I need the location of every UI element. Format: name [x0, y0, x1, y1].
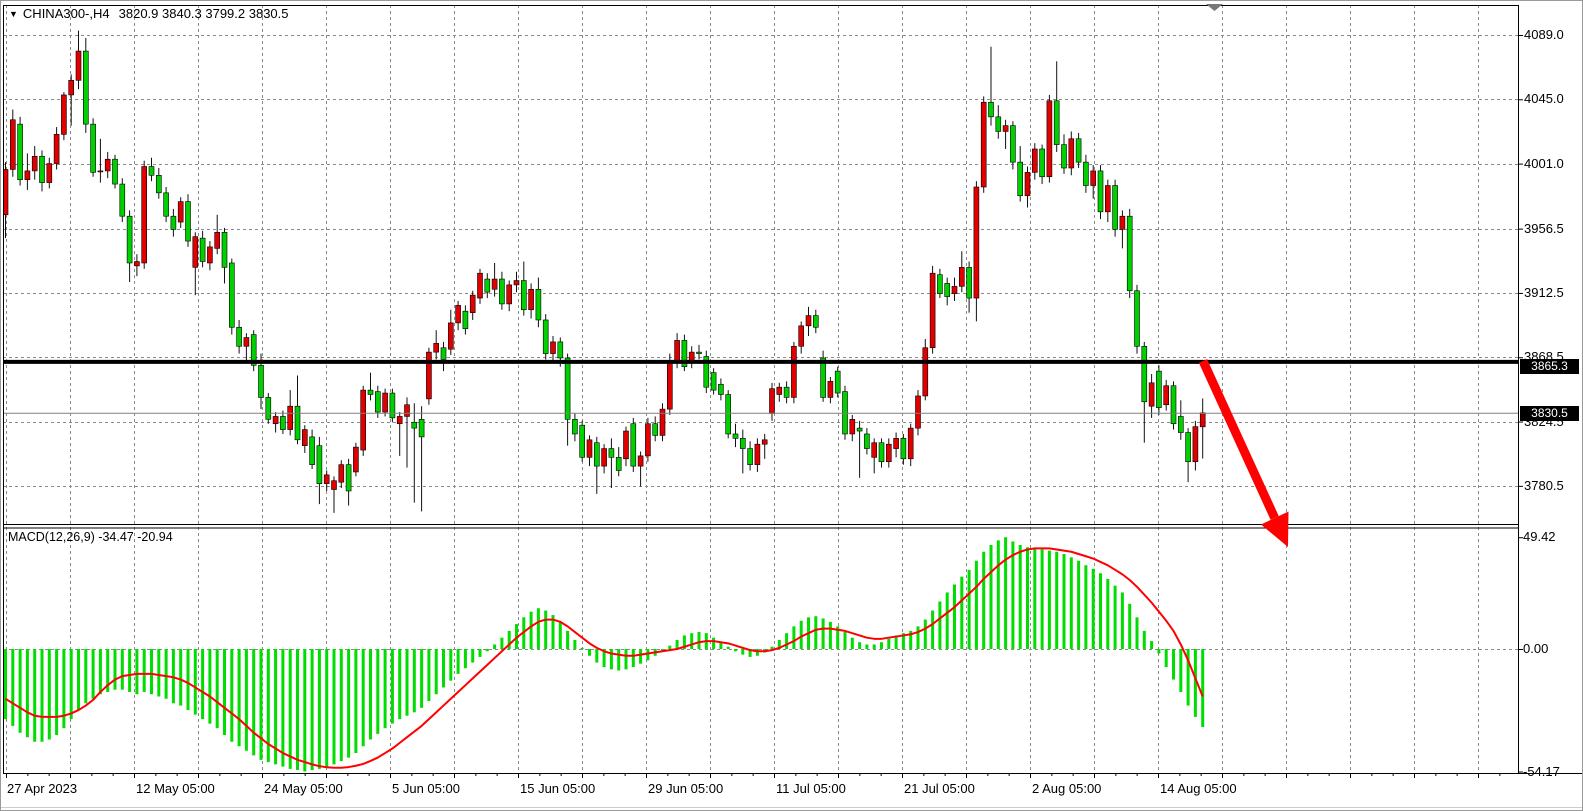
macd-axis-label: -54.17	[1523, 765, 1560, 779]
time-axis-label: 24 May 05:00	[264, 781, 343, 796]
grid-vertical	[7, 5, 1479, 773]
bid-price-tag: 3830.5	[1520, 406, 1579, 421]
time-axis-label: 27 Apr 2023	[7, 781, 77, 796]
price-axis-label: 3956.5	[1524, 222, 1564, 236]
price-axis-label: 3912.5	[1524, 286, 1564, 300]
price-axis-label: 3780.5	[1524, 479, 1564, 493]
macd-indicator-label: MACD(12,26,9) -34.47 -20.94	[8, 530, 173, 544]
symbol-dropdown-icon[interactable]: ▼	[9, 9, 18, 19]
chart-shift-marker-icon[interactable]	[1206, 4, 1223, 11]
time-axis-label: 29 Jun 05:00	[648, 781, 723, 796]
time-axis-label: 21 Jul 05:00	[904, 781, 975, 796]
candles-layer	[3, 31, 1205, 513]
time-axis-label: 15 Jun 05:00	[520, 781, 595, 796]
symbol-ohlc-title: ▼ CHINA300-,H4 3820.9 3840.3 3799.2 3830.5	[9, 6, 289, 21]
axis-ticks	[7, 36, 1524, 779]
time-axis-label: 11 Jul 05:00	[776, 781, 846, 796]
level-price-tag: 3865.3	[1520, 359, 1579, 374]
macd-axis-label: 49.42	[1523, 530, 1556, 544]
chart-canvas[interactable]	[1, 1, 1583, 811]
price-axis-label: 4045.0	[1524, 92, 1564, 106]
grid-horizontal	[3, 36, 1518, 650]
price-axis-label: 4089.0	[1524, 28, 1564, 42]
macd-axis-label: 0.00	[1523, 642, 1548, 656]
symbol-period-label: CHINA300-,H4	[23, 6, 110, 21]
ohlc-values: 3820.9 3840.3 3799.2 3830.5	[119, 6, 289, 21]
trend-arrow[interactable]	[1203, 361, 1289, 547]
time-axis-label: 14 Aug 05:00	[1160, 781, 1237, 796]
time-axis-label: 5 Jun 05:00	[392, 781, 460, 796]
time-axis-label: 2 Aug 05:00	[1032, 781, 1101, 796]
time-axis-label: 12 May 05:00	[136, 781, 215, 796]
chart-window: ▼ CHINA300-,H4 3820.9 3840.3 3799.2 3830.5…	[0, 0, 1583, 811]
macd-layer	[6, 537, 1203, 771]
price-axis-label: 4001.0	[1524, 157, 1564, 171]
